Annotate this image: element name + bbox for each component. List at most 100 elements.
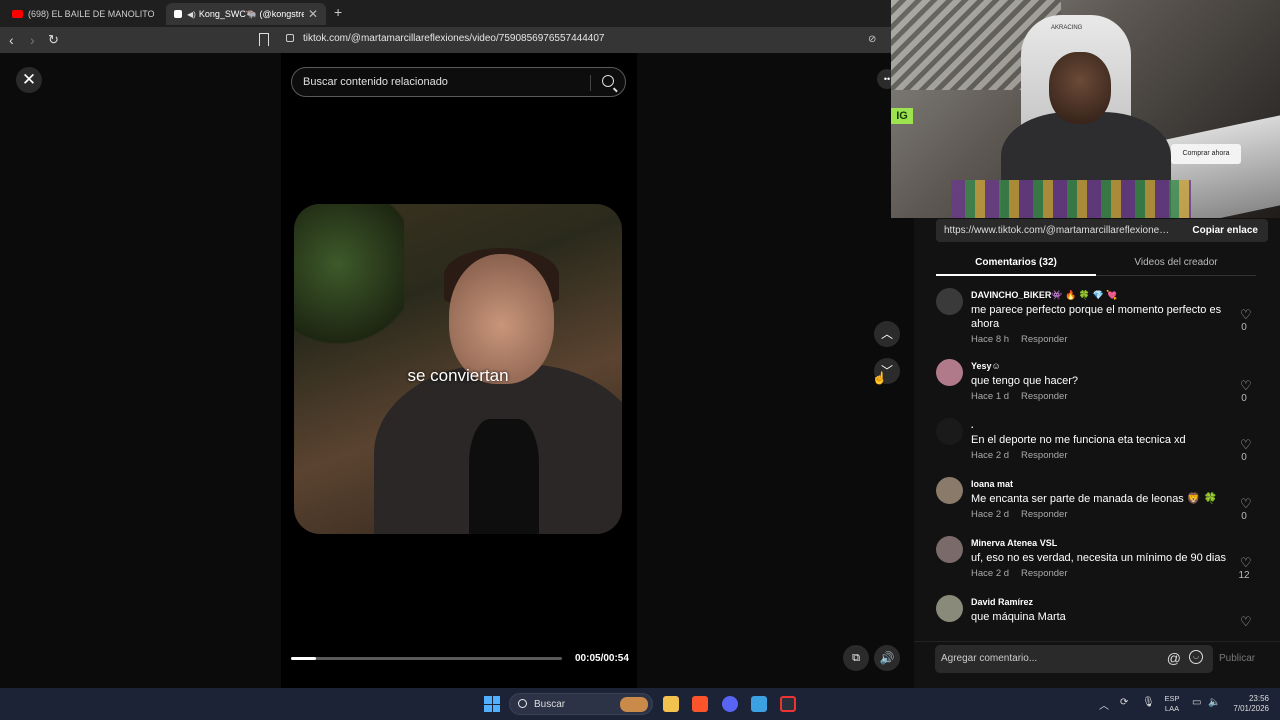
forward-button[interactable]: › <box>30 31 35 49</box>
video-caption: se conviertan <box>407 366 509 385</box>
like-icon[interactable]: ♡ <box>1240 614 1252 630</box>
avatar[interactable] <box>936 359 963 386</box>
mouse-cursor: ☝ <box>872 371 887 385</box>
comment-user[interactable]: DAVINCHO_BIKER👾 🔥 🍀 💎 💘 <box>971 290 1117 301</box>
url-field[interactable]: tiktok.com/@martamarcillareflexiones/vid… <box>286 33 604 44</box>
language-indicator[interactable]: ESP LAA <box>1162 694 1182 714</box>
video-progress-bar[interactable] <box>291 657 562 660</box>
desk-items <box>951 180 1191 218</box>
speaker-icon: ◀) <box>187 9 196 19</box>
like-icon[interactable]: ♡ <box>1240 378 1252 394</box>
comment-text: uf, eso no es verdad, necesita un mínimo… <box>971 552 1226 564</box>
display-icon[interactable]: ▭ <box>1192 697 1201 708</box>
tab-title: Kong_SWC🐃 (@kongstreetw <box>198 8 304 19</box>
comment-time: Hace 8 h <box>971 334 1010 345</box>
back-button[interactable]: ‹ <box>9 31 14 49</box>
brave-browser-icon[interactable] <box>692 696 708 712</box>
share-link[interactable]: https://www.tiktok.com/@martamarcillaref… <box>944 225 1170 236</box>
like-icon[interactable]: ♡ <box>1240 555 1252 571</box>
comment-placeholder: Agregar comentario... <box>941 653 1038 664</box>
comment-text: que máquina Marta <box>971 611 1066 623</box>
reply-button[interactable]: Responder <box>1021 334 1067 345</box>
like-icon[interactable]: ♡ <box>1240 496 1252 512</box>
youtube-icon <box>12 10 23 18</box>
comment-time: Hace 2 d <box>971 568 1010 579</box>
comment-panel: https://www.tiktok.com/@martamarcillaref… <box>914 218 1280 688</box>
browser-tab-tiktok[interactable]: ◀) Kong_SWC🐃 (@kongstreetw ✕ <box>166 3 326 25</box>
windows-taskbar: Buscar ︿ ⟳ 🎙 ESP LAA ▭ 🔈 23:56 7/01/2026 <box>0 688 1280 720</box>
like-count: 0 <box>1241 322 1247 333</box>
monitor-button: Comprar ahora <box>1171 144 1241 164</box>
comment-input[interactable]: Agregar comentario... @ ◡ <box>935 645 1213 673</box>
taskbar-search-label: Buscar <box>534 699 566 710</box>
tiktok-icon <box>174 10 182 18</box>
webcam-overlay: IG AKRACING Comprar ahora <box>891 0 1280 218</box>
tab-comments[interactable]: Comentarios (32) <box>936 257 1096 276</box>
taskbar-search[interactable]: Buscar <box>509 693 653 715</box>
search-highlight-icon <box>620 697 648 712</box>
avatar[interactable] <box>936 595 963 622</box>
mention-icon[interactable]: @ <box>1167 650 1181 666</box>
search-icon <box>518 699 527 708</box>
clock[interactable]: 23:56 7/01/2026 <box>1227 694 1269 714</box>
like-count: 12 <box>1238 570 1250 581</box>
avatar[interactable] <box>936 477 963 504</box>
sync-icon[interactable]: ⟳ <box>1120 697 1128 708</box>
previous-video-button[interactable]: ︿ <box>874 321 900 347</box>
reply-button[interactable]: Responder <box>1021 391 1067 402</box>
search-placeholder: Buscar contenido relacionado <box>303 76 448 88</box>
tray-overflow-icon[interactable]: ︿ <box>1099 697 1109 712</box>
site-info-icon[interactable] <box>286 34 294 42</box>
comment-user[interactable]: Ioana mat <box>971 479 1013 489</box>
like-count: 0 <box>1241 393 1247 404</box>
comment-user[interactable]: . <box>971 420 974 430</box>
volume-icon[interactable]: 🔈 <box>1208 697 1220 708</box>
reply-button[interactable]: Responder <box>1021 509 1067 520</box>
comment-meta: Hace 1 d Responder <box>971 391 1080 402</box>
avatar[interactable] <box>936 536 963 563</box>
like-count: 0 <box>1241 452 1247 463</box>
comment-user[interactable]: Minerva Atenea VSL <box>971 538 1057 548</box>
comment-user[interactable]: David Ramírez <box>971 597 1033 607</box>
copy-link-button[interactable]: Copiar enlace <box>1192 225 1258 236</box>
app-icon-2[interactable] <box>780 696 796 712</box>
tab-title: (698) EL BAILE DE MANOLITO #viralv <box>28 9 154 19</box>
windows-start-icon[interactable] <box>484 696 500 712</box>
related-search-input[interactable]: Buscar contenido relacionado <box>291 67 626 97</box>
emoji-icon[interactable]: ◡ <box>1189 650 1203 664</box>
like-icon[interactable]: ♡ <box>1240 307 1252 323</box>
comment-user[interactable]: Yesy☺ <box>971 361 1001 371</box>
comment-meta: Hace 2 d Responder <box>971 450 1080 461</box>
close-tab-icon[interactable]: ✕ <box>308 7 318 21</box>
reply-button[interactable]: Responder <box>1021 568 1067 579</box>
volume-button[interactable]: 🔊 <box>874 645 900 671</box>
tab-creator-videos[interactable]: Videos del creador <box>1096 257 1256 268</box>
floating-player-button[interactable]: ⧉ <box>843 645 869 671</box>
avatar[interactable] <box>936 418 963 445</box>
extension-icon[interactable]: ⊘ <box>868 34 876 45</box>
bookmark-icon[interactable] <box>259 33 269 46</box>
comment-meta: Hace 2 d Responder <box>971 568 1080 579</box>
avatar[interactable] <box>936 288 963 315</box>
comment-text: Me encanta ser parte de manada de leonas… <box>971 493 1218 505</box>
browser-tab-youtube[interactable]: (698) EL BAILE DE MANOLITO #viralv <box>4 3 162 25</box>
reply-button[interactable]: Responder <box>1021 450 1067 461</box>
video-frame[interactable]: se conviertan <box>294 204 622 534</box>
like-icon[interactable]: ♡ <box>1240 437 1252 453</box>
new-tab-button[interactable]: + <box>334 4 342 20</box>
streamer-head <box>1049 52 1111 124</box>
comment-list: DAVINCHO_BIKER👾 🔥 🍀 💎 💘 me parece perfec… <box>914 288 1280 680</box>
chair-brand: AKRACING <box>1051 25 1083 31</box>
comment-text: que tengo que hacer? <box>971 375 1079 387</box>
like-count: 0 <box>1241 511 1247 522</box>
microphone-icon[interactable]: 🎙 <box>1142 697 1155 708</box>
app-icon[interactable] <box>751 696 767 712</box>
file-explorer-icon[interactable] <box>663 696 679 712</box>
publish-button[interactable]: Publicar <box>1219 653 1255 664</box>
comment-time: Hace 1 d <box>971 391 1010 402</box>
search-icon[interactable] <box>602 75 614 87</box>
close-video-button[interactable]: ✕ <box>16 67 42 93</box>
reload-button[interactable]: ↻ <box>48 31 59 49</box>
share-link-row: https://www.tiktok.com/@martamarcillaref… <box>936 219 1268 242</box>
discord-icon[interactable] <box>722 696 738 712</box>
